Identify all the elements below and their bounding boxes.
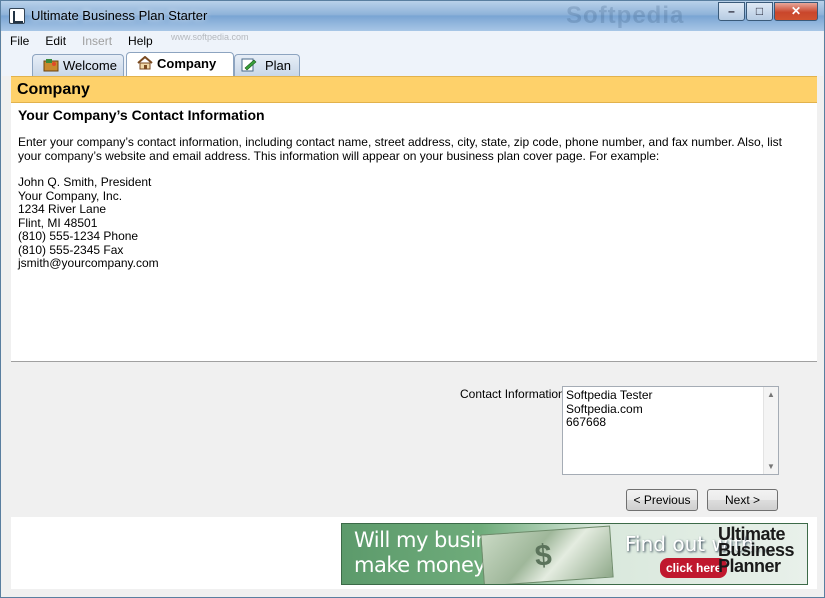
scroll-up-icon[interactable]: ▲: [767, 390, 775, 399]
section-title: Your Company’s Contact Information: [18, 107, 265, 123]
example-line: (810) 555-2345 Fax: [18, 242, 124, 257]
banner-subheadline: make money?: [354, 553, 496, 577]
contact-info-field[interactable]: Softpedia Tester Softpedia.com 667668: [562, 386, 779, 475]
example-line: jsmith@yourcompany.com: [18, 256, 159, 270]
next-button[interactable]: Next >: [707, 489, 778, 511]
window-title: Ultimate Business Plan Starter: [31, 8, 208, 23]
tab-welcome-label: Welcome: [63, 58, 117, 73]
form-area: Contact Information: Softpedia Tester So…: [11, 363, 817, 516]
example-block: John Q. Smith, President Your Company, I…: [18, 175, 159, 271]
menu-bar: File Edit Insert Help: [2, 31, 823, 51]
app-window: Ultimate Business Plan Starter Softpedia…: [0, 0, 825, 598]
scroll-down-icon[interactable]: ▼: [767, 462, 775, 471]
instructions-text: Enter your company’s contact information…: [18, 135, 782, 163]
welcome-icon: [43, 58, 59, 72]
app-icon[interactable]: [9, 8, 25, 24]
tab-company-label: Company: [157, 56, 217, 71]
menu-file[interactable]: File: [2, 31, 37, 51]
contact-info-label: Contact Information:: [460, 387, 569, 401]
page-header: Company: [11, 76, 817, 103]
house-icon: [137, 55, 153, 70]
money-image: [480, 525, 614, 584]
watermark-text: Softpedia: [566, 2, 685, 29]
tab-strip: Welcome Company Plan: [2, 51, 823, 76]
example-line: (810) 555-1234 Phone: [18, 229, 139, 243]
tab-welcome[interactable]: Welcome: [32, 54, 124, 76]
contact-scrollbar[interactable]: ▲ ▼: [763, 387, 778, 474]
close-button[interactable]: ✕: [774, 2, 818, 21]
tab-company[interactable]: Company: [126, 52, 234, 76]
example-line: Flint, MI 48501: [18, 215, 98, 230]
tab-plan[interactable]: Plan: [234, 54, 300, 76]
example-line: Your Company, Inc.: [18, 188, 123, 203]
page-title: Company: [17, 81, 90, 98]
edit-document-icon: [241, 58, 257, 72]
menu-help[interactable]: Help: [120, 31, 161, 51]
example-line: 1234 River Lane: [18, 202, 107, 216]
watermark-url: www.softpedia.com: [171, 32, 249, 42]
menu-edit[interactable]: Edit: [37, 31, 74, 51]
ad-banner[interactable]: Will my business make money? Find out wi…: [341, 523, 808, 585]
product-logo: Ultimate Business Planner: [718, 524, 795, 576]
example-line: John Q. Smith, President: [18, 175, 152, 189]
instructions-panel: Your Company’s Contact Information Enter…: [11, 103, 817, 362]
maximize-button[interactable]: □: [746, 2, 773, 21]
menu-insert: Insert: [82, 34, 113, 48]
ad-area: Will my business make money? Find out wi…: [11, 517, 817, 589]
minimize-button[interactable]: –: [718, 2, 745, 21]
tab-plan-label: Plan: [265, 58, 292, 73]
previous-button[interactable]: < Previous: [626, 489, 698, 511]
title-bar[interactable]: Ultimate Business Plan Starter Softpedia…: [1, 1, 824, 31]
